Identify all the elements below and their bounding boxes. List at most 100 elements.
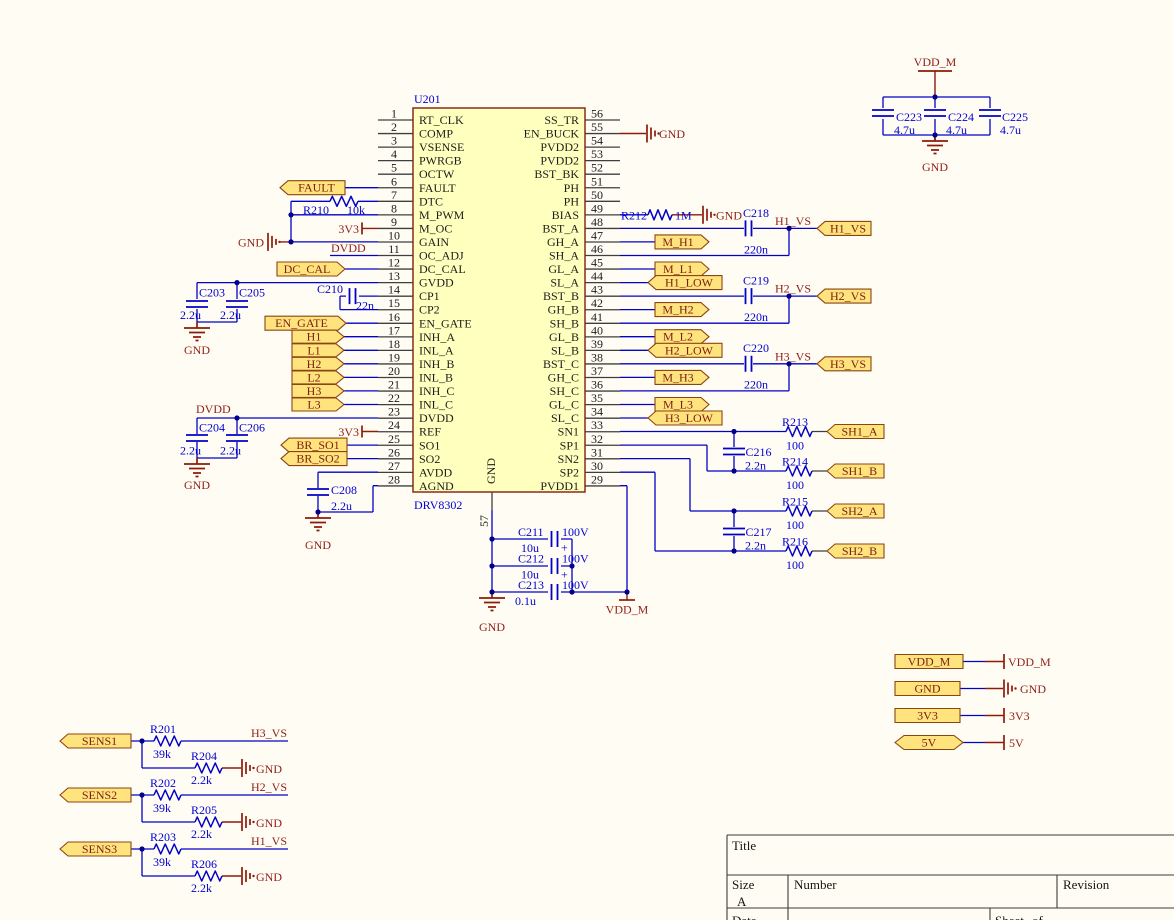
resistor-R213[interactable]: R213100 [782, 415, 812, 453]
junction-dot [731, 548, 736, 553]
capacitor-symbol [872, 110, 894, 116]
resistor-R216[interactable]: R216100 [782, 535, 812, 573]
capacitor-value-C205: 2.2u [220, 308, 241, 322]
net-flag-en_gate[interactable]: EN_GATE [265, 316, 346, 330]
pin-number-27: 27 [388, 459, 400, 473]
title-label: Title [732, 838, 756, 853]
capacitor-C224[interactable]: C2244.7u [924, 110, 974, 137]
net-flag-sh1_b[interactable]: SH1_B [827, 464, 884, 478]
resistor-R215[interactable]: R215100 [782, 495, 812, 533]
pin-name-1: RT_CLK [419, 113, 464, 127]
net-flag-fault[interactable]: FAULT [280, 181, 345, 195]
capacitor-C203[interactable]: C2032.2u [180, 286, 225, 323]
net-flag-sens2[interactable]: SENS2 [60, 788, 131, 802]
net-flag-m_l3[interactable]: M_L3 [655, 398, 709, 412]
capacitor-C205[interactable]: C2052.2u [220, 286, 265, 323]
net-flag-sh2_a[interactable]: SH2_A [827, 504, 884, 518]
net-flag-h2[interactable]: H2 [292, 357, 344, 371]
net-flag-h1_vs[interactable]: H1_VS [817, 221, 871, 235]
capacitor-C217[interactable]: C2172.2n [723, 525, 772, 553]
net-flag-label-conn_3v3: 3V3 [917, 709, 938, 723]
net-flag-m_h3[interactable]: M_H3 [655, 370, 709, 384]
gnd-bars-dot [252, 821, 254, 823]
net-flag-conn_gnd[interactable]: GND [895, 682, 960, 696]
net-flag-m_l1[interactable]: M_L1 [655, 262, 709, 276]
capacitor-C213[interactable]: C2130.1u100V [515, 578, 589, 608]
capacitor-C211[interactable]: C21110u100V+ [518, 525, 589, 555]
net-name-text: H3_VS [251, 726, 287, 740]
net-flag-h2_vs[interactable]: H2_VS [817, 289, 871, 303]
net-flag-sh1_a[interactable]: SH1_A [827, 425, 884, 439]
capacitor-C218[interactable]: C218220n [743, 206, 769, 257]
net-flag-dc_cal[interactable]: DC_CAL [277, 262, 345, 276]
pin-number-51: 51 [591, 174, 603, 188]
pin-number-6: 6 [391, 174, 397, 188]
net-flag-m_l2[interactable]: M_L2 [655, 330, 709, 344]
revision-label: Revision [1063, 877, 1110, 892]
junction-dot [489, 536, 494, 541]
capacitor-C204[interactable]: C2042.2u [180, 421, 225, 458]
resistor-ref-R204: R204 [191, 749, 217, 763]
resistor-R205[interactable]: R2052.2k [191, 803, 222, 841]
resistor-R206[interactable]: R2062.2k [191, 857, 222, 895]
capacitor-symbol [186, 435, 208, 441]
capacitor-rating-C212: 100V [562, 552, 589, 566]
pin-number-23: 23 [388, 405, 400, 419]
gnd-bars-dot [252, 875, 254, 877]
net-flag-conn_3v3[interactable]: 3V3 [895, 709, 960, 723]
resistor-ref-R206: R206 [191, 857, 217, 871]
net-flag-sens3[interactable]: SENS3 [60, 842, 131, 856]
capacitor-C208[interactable]: C2082.2u [307, 483, 357, 513]
net-flag-label-l2: L2 [307, 370, 320, 384]
capacitor-C216[interactable]: C2162.2n [723, 445, 772, 473]
resistor-R201[interactable]: R20139k [150, 722, 181, 761]
net-flag-h1[interactable]: H1 [292, 330, 344, 344]
resistor-R202[interactable]: R20239k [150, 776, 181, 815]
net-flag-m_h2[interactable]: M_H2 [655, 303, 709, 317]
resistor-R204[interactable]: R2042.2k [191, 749, 222, 787]
net-flag-h1_low[interactable]: H1_LOW [648, 276, 722, 290]
net-name-text: GND [256, 762, 282, 776]
pin-number-36: 36 [591, 378, 603, 392]
pin-number-46: 46 [591, 242, 603, 256]
pin-name-31: SN2 [558, 452, 579, 466]
capacitor-C219[interactable]: C219220n [743, 274, 769, 325]
net-flag-h3_low[interactable]: H3_LOW [648, 411, 722, 425]
capacitor-C223[interactable]: C2234.7u [872, 110, 922, 137]
net-flag-sens1[interactable]: SENS1 [60, 734, 131, 748]
capacitor-value-C203: 2.2u [180, 308, 201, 322]
capacitor-symbol [746, 220, 752, 236]
net-flag-br_so1[interactable]: BR_SO1 [281, 438, 347, 452]
gnd-bars-icon [242, 867, 250, 885]
net-flag-h2_low[interactable]: H2_LOW [648, 343, 722, 357]
net-flag-l3[interactable]: L3 [292, 398, 344, 412]
pin-name-49: BIAS [552, 208, 579, 222]
net-flag-sh2_b[interactable]: SH2_B [827, 544, 884, 558]
capacitor-C225[interactable]: C2254.7u [979, 110, 1028, 137]
net-flag-l1[interactable]: L1 [292, 343, 344, 357]
resistor-R214[interactable]: R214100 [782, 455, 812, 493]
capacitor-ref-C217: C217 [746, 525, 772, 539]
capacitor-C220[interactable]: C220220n [743, 341, 769, 392]
resistor-R212[interactable]: R2121M [621, 209, 692, 223]
net-flag-label-conn_vdd_m: VDD_M [908, 655, 951, 669]
capacitor-symbol [723, 529, 745, 535]
pin-number-24: 24 [388, 418, 400, 432]
net-flag-m_h1[interactable]: M_H1 [655, 235, 709, 249]
net-flag-br_so2[interactable]: BR_SO2 [281, 452, 347, 466]
net-flag-label-h2: H2 [307, 357, 322, 371]
resistor-R210[interactable]: R21010k [303, 196, 365, 217]
net-flag-h3[interactable]: H3 [292, 384, 344, 398]
capacitor-ref-C204: C204 [199, 421, 225, 435]
net-flag-conn_5v[interactable]: 5V [895, 736, 963, 750]
net-name-text: GND [184, 343, 210, 357]
capacitor-C210[interactable]: C21022n [317, 282, 374, 313]
net-flag-l2[interactable]: L2 [292, 370, 344, 384]
net-flag-conn_vdd_m[interactable]: VDD_M [895, 655, 963, 669]
pin-number-1: 1 [391, 107, 397, 121]
capacitor-C206[interactable]: C2062.2u [220, 421, 265, 458]
net-flag-h3_vs[interactable]: H3_VS [817, 357, 871, 371]
pin-name-43: BST_B [543, 289, 579, 303]
pin-name-8: M_PWM [419, 208, 465, 222]
resistor-R203[interactable]: R20339k [150, 830, 181, 869]
